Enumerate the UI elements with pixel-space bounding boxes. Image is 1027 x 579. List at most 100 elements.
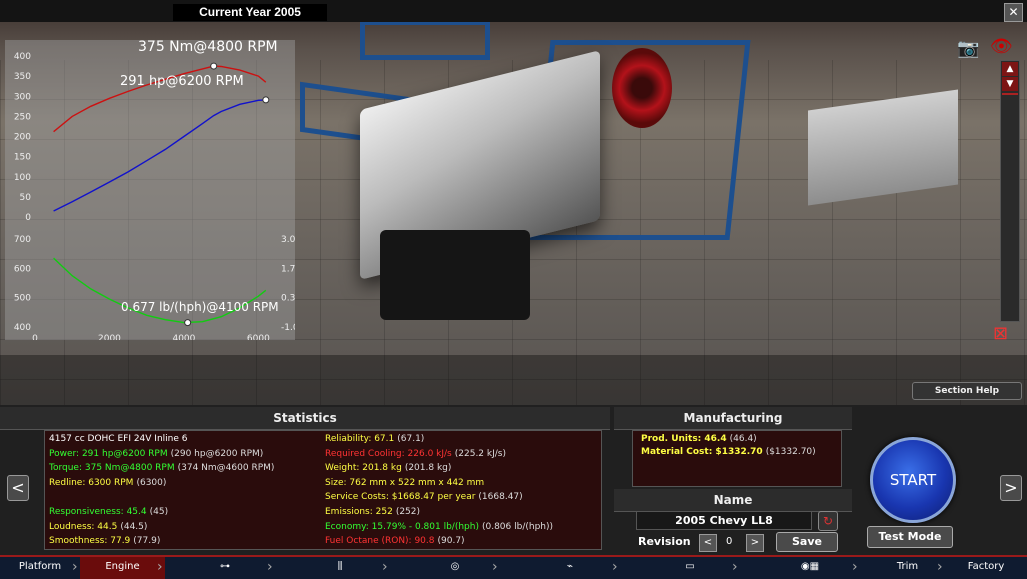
revision-prev-button[interactable]: <	[699, 534, 717, 552]
engine-curves-svg: 0 50 100 150 200 250 300 350 400 400 500 600 700 3.0 1…	[14, 40, 295, 340]
stat-previous-value: (45)	[149, 507, 169, 517]
y2-tick-label: 0.3	[281, 294, 295, 304]
stat-row: Torque: 375 Nm@4800 RPM (374 Nm@4600 RPM)	[49, 463, 274, 473]
y-tick-label: 700	[14, 235, 31, 245]
viewport-shade	[0, 355, 1027, 405]
engine-curves-chart: 0 50 100 150 200 250 300 350 400 400 500 600 700 3.0 1…	[5, 40, 295, 340]
y-tick-label: 0	[25, 213, 31, 223]
nav-tab[interactable]: ◎	[410, 557, 500, 579]
scroll-up-icon[interactable]: ▲	[1002, 62, 1018, 76]
nav-tab[interactable]: ⫼	[290, 557, 390, 579]
stat-row: Redline: 6300 RPM (6300)	[49, 478, 166, 488]
stat-value: Fuel Octane (RON): 90.8	[325, 536, 435, 547]
start-button[interactable]: START	[870, 437, 956, 523]
nav-tab[interactable]: ⌁	[520, 557, 620, 579]
stat-value: Redline: 6300 RPM	[49, 477, 134, 488]
stat-value: Smoothness: 77.9	[49, 536, 131, 547]
stat-previous-value: (90.7)	[437, 536, 465, 547]
stat-value: Emissions: 252	[325, 507, 393, 517]
nav-tab[interactable]: ▭	[640, 557, 740, 579]
stat-row: Size: 762 mm x 522 mm x 442 mm	[325, 478, 487, 488]
flywheel	[612, 48, 672, 128]
power-peak-marker	[262, 96, 270, 104]
stat-row: Emissions: 252 (252)	[325, 507, 420, 517]
nav-separator-icon: ›	[852, 559, 858, 575]
stat-previous-value: (252)	[395, 507, 421, 517]
stat-previous-value: (77.9)	[133, 536, 161, 547]
stat-row	[49, 492, 52, 502]
stat-previous-value: (201.8 kg)	[404, 463, 452, 474]
top-bar	[0, 0, 1027, 22]
y-tick-label: 200	[14, 133, 31, 143]
nav-separator-icon: ›	[157, 559, 163, 575]
nav-tab[interactable]: ◉▦	[760, 557, 860, 579]
torque-peak-annotation: 375 Nm@4800 RPM	[138, 40, 278, 55]
manufacturing-panel: Prod. Units: 46.4 (46.4) Material Cost: $…	[632, 430, 842, 487]
economy-annotation: 0.677 lb/(hph)@4100 RPM	[121, 300, 279, 314]
nav-tab[interactable]: Platform	[0, 557, 80, 579]
y2-tick-label: 1.7	[281, 264, 295, 274]
torque-peak-marker	[210, 62, 218, 70]
stat-value: Power: 291 hp@6200 RPM	[49, 448, 168, 459]
stat-row: Fuel Octane (RON): 90.8 (90.7)	[325, 536, 465, 546]
designer-nav: Platform › Engine › ⊶ › ⫼ › ◎ › ⌁ › ▭ › ◉▦ › Trim › Factor…	[0, 555, 1027, 579]
stat-row: Loudness: 44.5 (44.5)	[49, 522, 147, 532]
nav-separator-icon: ›	[72, 559, 78, 575]
stat-previous-value: (290 hp@6200 RPM)	[170, 448, 264, 459]
y-tick-label: 50	[20, 193, 32, 203]
test-rig-frame-3	[360, 20, 490, 60]
y-tick-label: 100	[14, 173, 31, 183]
stat-previous-value: (67.1)	[397, 434, 425, 444]
save-button[interactable]: Save	[776, 532, 838, 552]
stat-value: Service Costs: $1668.47 per year	[325, 492, 476, 503]
stat-previous-value: (1668.47)	[478, 492, 523, 503]
stat-value: Size: 762 mm x 522 mm x 442 mm	[325, 477, 485, 488]
stat-value: Weight: 201.8 kg	[325, 463, 402, 474]
stat-row: Required Cooling: 226.0 kJ/s (225.2 kJ/s)	[325, 449, 506, 459]
x-tick-label: 2000	[98, 334, 121, 340]
stat-row: Weight: 201.8 kg (201.8 kg)	[325, 463, 451, 473]
engine-intake	[380, 230, 530, 320]
nav-separator-icon: ›	[937, 559, 943, 575]
stat-row: Economy: 15.79% - 0.801 lb/(hph) (0.806 l…	[325, 522, 553, 532]
y-tick-label: 350	[14, 72, 31, 82]
nav-tab[interactable]: Factory	[945, 557, 1027, 579]
stat-value: Economy: 15.79% - 0.801 lb/(hph)	[325, 521, 479, 532]
engine-name-field[interactable]: 2005 Chevy LL8	[636, 511, 812, 530]
close-button[interactable]: ✕	[1004, 3, 1023, 22]
view-scrollbar[interactable]: ▲ ▼	[1000, 60, 1020, 322]
x-tick-label: 4000	[172, 334, 195, 340]
manufacturing-header: Manufacturing	[614, 407, 852, 430]
stat-previous-value: (6300)	[136, 477, 167, 488]
nav-tab[interactable]: Trim	[870, 557, 945, 579]
stat-value: Torque: 375 Nm@4800 RPM	[49, 463, 175, 474]
stat-row: 4157 cc DOHC EFI 24V Inline 6	[49, 434, 191, 444]
y2-tick-label: -1.0	[281, 323, 295, 333]
economy-min-marker	[184, 319, 192, 327]
y-tick-label: 400	[14, 323, 31, 333]
engine-viewport[interactable]: Current Year 2005 ✕ 📷 👁 ▲ ▼ ⊠ 0 50 100 150 2…	[0, 0, 1027, 405]
refresh-name-icon[interactable]: ↻	[818, 511, 838, 531]
camera-icon[interactable]: 📷	[957, 38, 979, 59]
current-year-label: Current Year 2005	[173, 4, 327, 21]
y-tick-label: 250	[14, 112, 31, 122]
name-header: Name	[614, 489, 852, 512]
nav-tab[interactable]: ⊶	[175, 557, 275, 579]
next-section-button[interactable]: >	[1000, 475, 1022, 501]
scroll-thumb[interactable]	[1002, 93, 1018, 95]
x-tick-label: 6000	[247, 334, 270, 340]
expand-view-icon[interactable]: ⊠	[993, 323, 1008, 344]
y-tick-label: 150	[14, 153, 31, 163]
nav-separator-icon: ›	[267, 559, 273, 575]
prev-section-button[interactable]: <	[7, 475, 29, 501]
revision-next-button[interactable]: >	[746, 534, 764, 552]
stat-row: Responsiveness: 45.4 (45)	[49, 507, 168, 517]
nav-separator-icon: ›	[492, 559, 498, 575]
stat-value: 4157 cc DOHC EFI 24V Inline 6	[49, 434, 188, 444]
test-mode-button[interactable]: Test Mode	[867, 526, 953, 548]
scroll-down-icon[interactable]: ▼	[1002, 77, 1018, 91]
stat-row: Smoothness: 77.9 (77.9)	[49, 536, 160, 546]
nav-tab[interactable]: Engine	[80, 557, 165, 579]
eye-icon[interactable]: 👁	[990, 36, 1013, 57]
section-help-button[interactable]: Section Help	[912, 382, 1022, 400]
